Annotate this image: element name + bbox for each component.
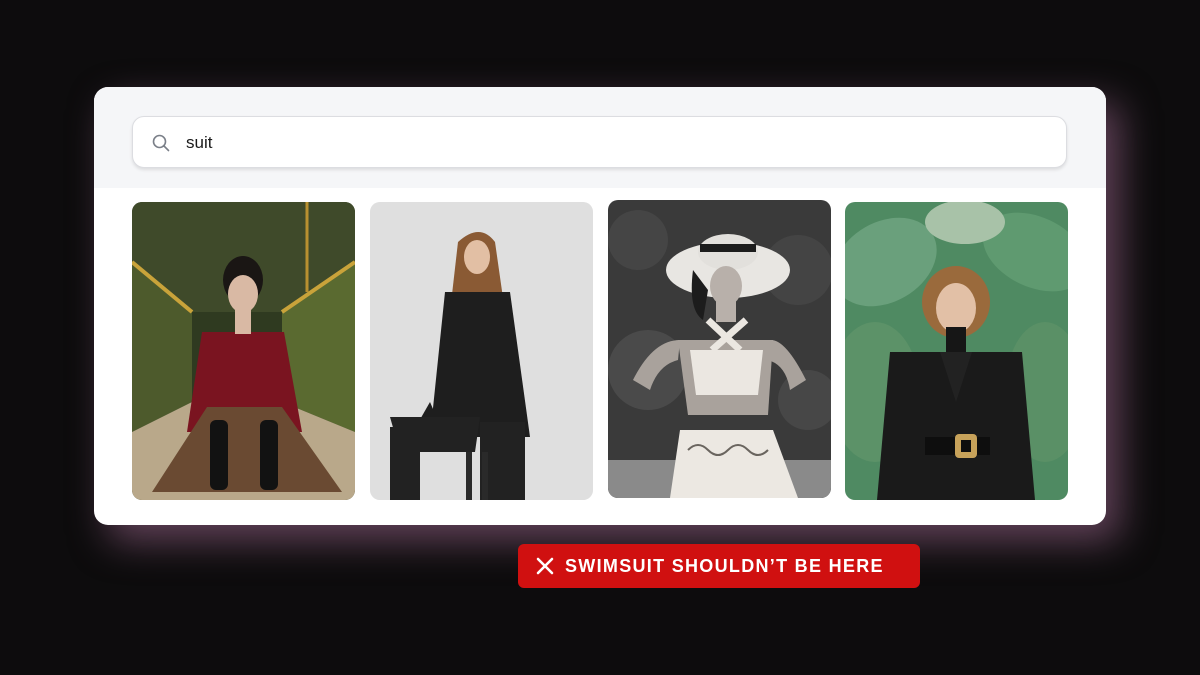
search-results-card: suit [94,87,1106,525]
search-header: suit [94,87,1106,188]
warning-label: SWIMSUIT SHOULDN’T BE HERE [565,555,884,576]
result-image-3[interactable] [608,200,831,498]
result-image-4[interactable] [845,202,1068,500]
search-icon [152,134,170,152]
result-photo-belted-blazer [845,202,1068,500]
result-image-1[interactable] [132,202,355,500]
result-photo-swimsuit [608,200,831,498]
close-icon [536,557,554,575]
result-image-2[interactable] [370,202,593,500]
result-photo-black-suit [370,202,593,500]
search-query[interactable]: suit [186,117,212,169]
result-photo-burgundy-blazer [132,202,355,500]
search-input[interactable]: suit [132,116,1067,168]
warning-badge: SWIMSUIT SHOULDN’T BE HERE [518,544,920,588]
